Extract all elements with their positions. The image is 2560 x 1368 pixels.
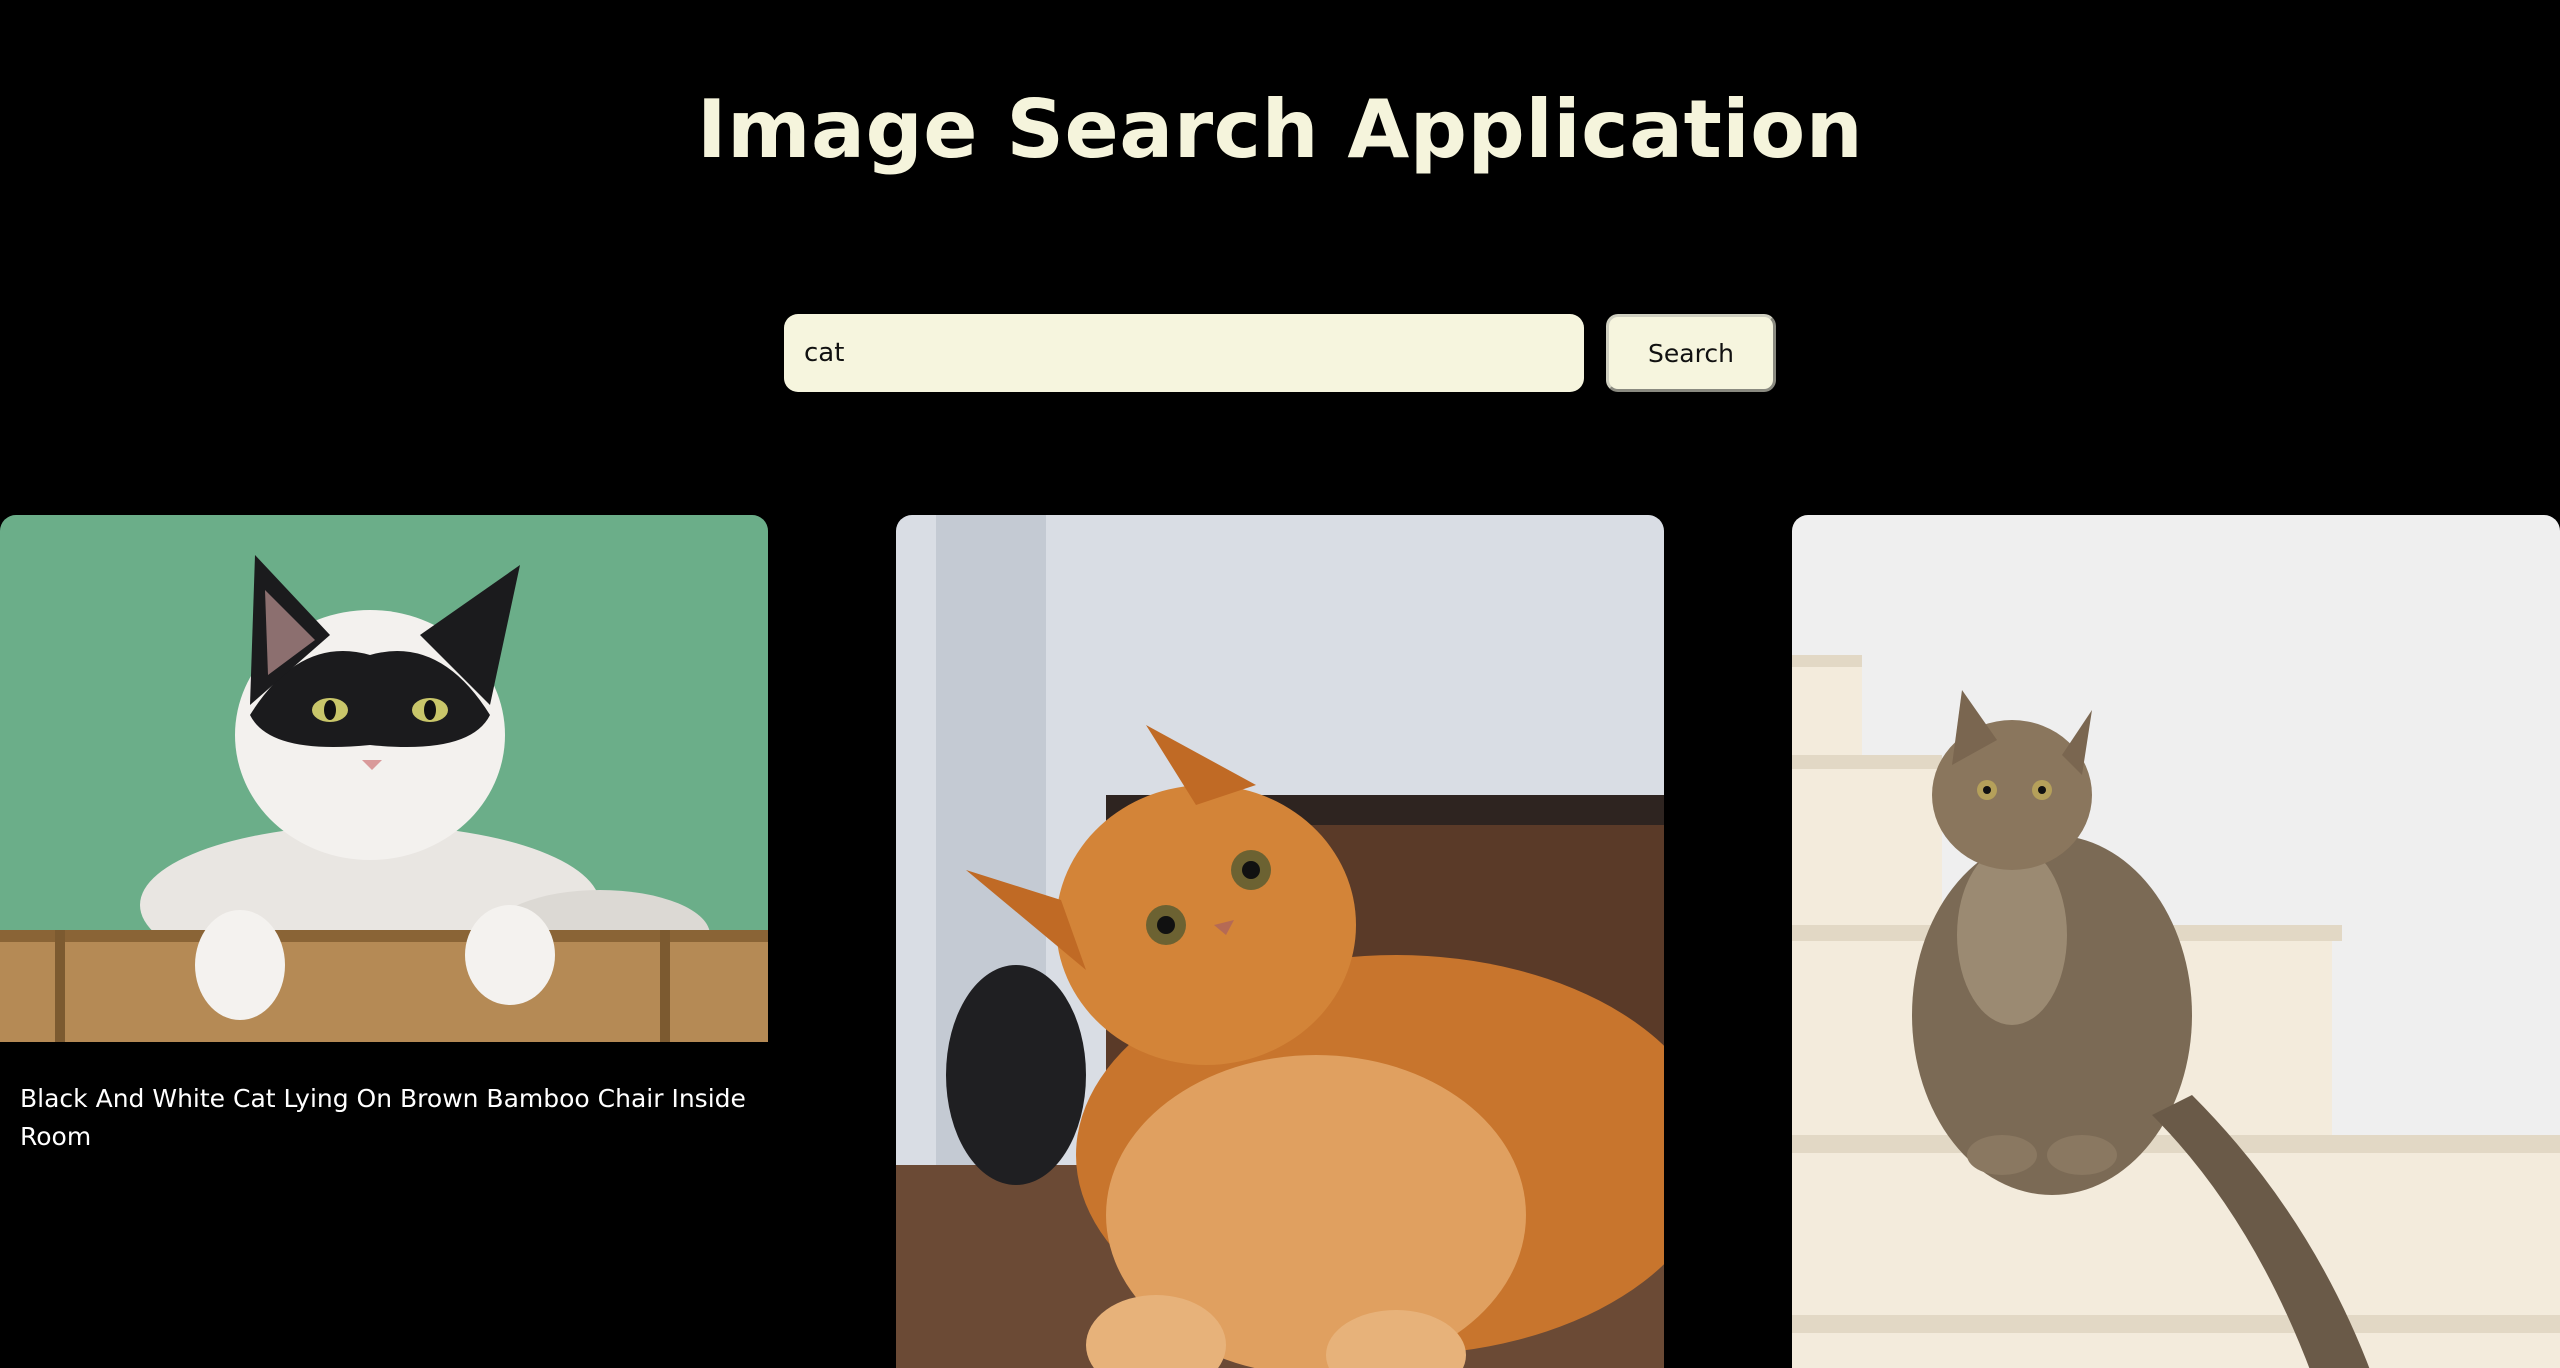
search-input[interactable] [784,314,1584,392]
search-button[interactable]: Search [1606,314,1776,392]
result-card[interactable] [1792,515,2560,1368]
result-card[interactable] [896,515,1664,1368]
cat-photo-illustration [896,515,1664,1368]
search-bar: Search [784,314,1776,392]
result-image[interactable] [896,515,1664,1368]
result-card[interactable]: Black And White Cat Lying On Brown Bambo… [0,515,768,1156]
page-title: Image Search Application [696,83,1864,176]
results-grid: Black And White Cat Lying On Brown Bambo… [0,515,2560,1368]
result-caption: Black And White Cat Lying On Brown Bambo… [20,1084,746,1151]
result-image[interactable] [0,515,768,1042]
result-image[interactable] [1792,515,2560,1368]
page: Image Search Application Search [0,0,2560,1368]
cat-photo-illustration [1792,515,2560,1368]
cat-photo-illustration [0,515,768,1042]
